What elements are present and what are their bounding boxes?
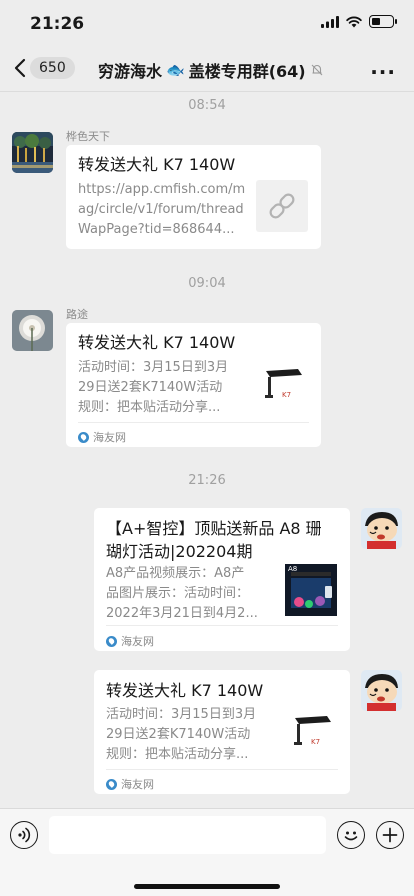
home-indicator[interactable] [134,884,280,889]
card-description: 活动时间：3月15日到3月 29日送2套K7140W活动 规则：把本贴活动分享.… [106,707,257,762]
more-options-button[interactable]: ··· [370,60,396,84]
signal-icon [321,15,339,28]
link-card[interactable]: 【A+智控】顶贴送新品 A8 珊 瑚灯活动|202204期 A8产品视频展示：A… [94,508,350,651]
message-input[interactable] [49,816,326,854]
card-title: 转发送大礼 K7 140W [78,155,236,174]
source-icon [78,431,89,443]
card-description: 活动时间：3月15日到3月 29日送2套K7140W活动 规则：把本贴活动分享.… [78,360,229,415]
svg-text:K7: K7 [311,738,320,746]
card-description: A8产品视频展示：A8产 品图片展示：活动时间： 2022年3月21日到4月2.… [106,566,258,621]
time-divider: 08:54 [188,98,226,113]
source-icon [106,635,117,647]
thumb-label: A8 [288,565,298,573]
card-title: 转发送大礼 K7 140W [78,333,236,352]
link-card[interactable]: 转发送大礼 K7 140W 活动时间：3月15日到3月 29日送2套K7140W… [66,323,321,447]
battery-icon [369,15,397,28]
sender-name: 路途 [66,308,88,321]
link-icon-box [256,180,308,232]
link-card[interactable]: 转发送大礼 K7 140W 活动时间：3月15日到3月 29日送2套K7140W… [94,670,350,794]
add-button[interactable] [376,821,404,849]
chat-messages[interactable]: 08:54 桦色天下 转发送大礼 K7 140W https://app.cmf… [0,92,414,807]
card-source: 海友网 [106,776,154,792]
chat-title[interactable]: 穷游海水 🐟 盖楼专用群(64) [98,58,324,82]
fish-emoji: 🐟 [166,61,185,79]
status-time: 21:26 [30,14,85,34]
sender-name: 桦色天下 [66,130,110,143]
link-card[interactable]: 转发送大礼 K7 140W https://app.cmfish.com/m a… [66,145,321,249]
unread-count-badge: 650 [30,57,75,79]
svg-text:K7: K7 [282,391,291,399]
status-bar: 21:26 [0,0,414,48]
time-divider: 09:04 [188,276,226,291]
mute-bell-icon [311,64,322,76]
input-bar [0,808,414,896]
link-icon [269,193,295,219]
battery-level [372,18,380,25]
card-title: 【A+智控】顶贴送新品 A8 珊 瑚灯活动|202204期 [106,519,322,561]
emoji-button[interactable] [337,821,365,849]
avatar[interactable] [12,310,53,351]
chat-header: 650 穷游海水 🐟 盖楼专用群(64) ··· [0,48,414,92]
reef-tank-thumb: A8 [285,564,337,616]
my-avatar[interactable] [361,670,402,711]
card-description: https://app.cmfish.com/m ag/circle/v1/fo… [78,182,246,237]
aquarium-light-thumb: K7 [287,708,339,760]
avatar[interactable] [12,132,53,173]
card-source: 海友网 [106,633,154,649]
aquarium-light-thumb: K7 [258,361,310,413]
emoji-icon [344,831,358,841]
voice-icon [18,827,31,843]
plus-icon [382,827,398,843]
wifi-icon [346,16,362,27]
chevron-left-icon [14,58,26,78]
status-icons [321,15,397,28]
my-avatar[interactable] [361,508,402,549]
time-divider: 21:26 [188,473,226,488]
card-title: 转发送大礼 K7 140W [106,681,264,700]
card-source: 海友网 [78,429,126,445]
voice-button[interactable] [10,821,38,849]
chat-title-text: 穷游海水 [98,62,163,81]
back-button[interactable]: 650 [14,57,75,79]
source-icon [106,778,117,790]
chat-title-text-2: 盖楼专用群(64) [188,62,306,81]
